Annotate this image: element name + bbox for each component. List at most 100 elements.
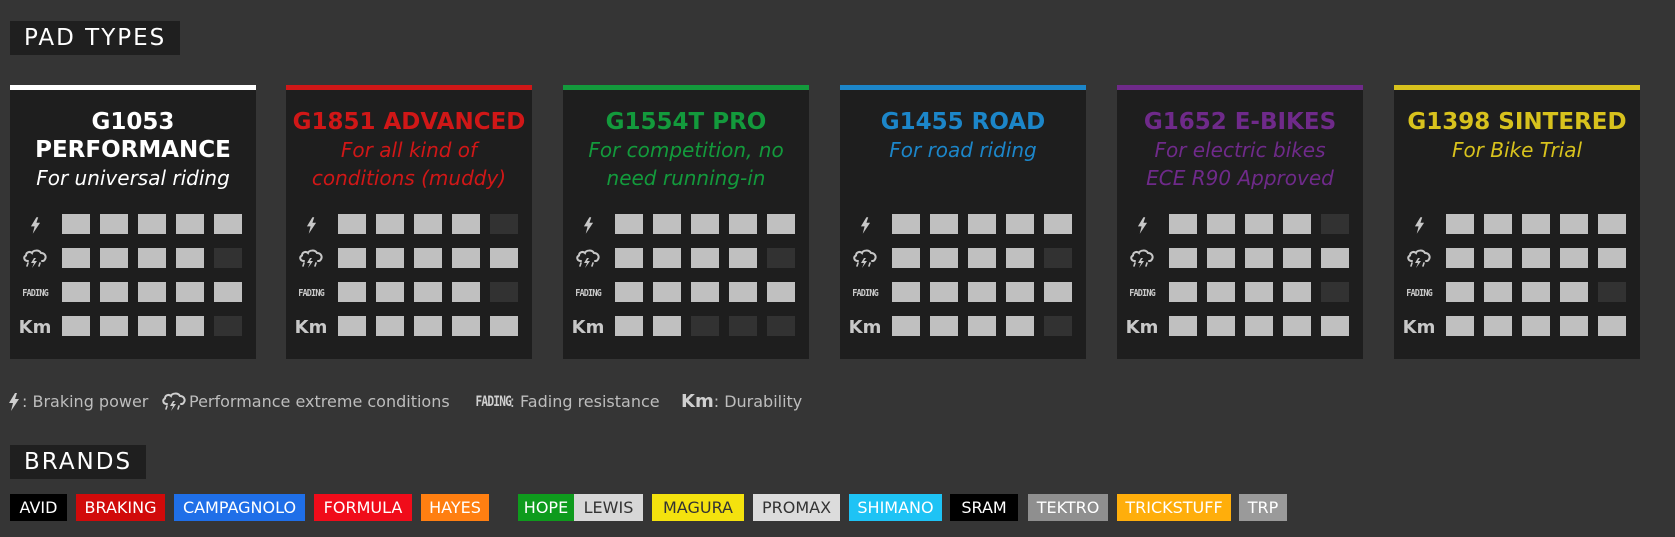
pad-card-subtitle-line: For Bike Trial <box>1451 138 1583 162</box>
rating-square <box>1598 282 1626 302</box>
brand-tag[interactable]: CAMPAGNOLO <box>174 494 305 521</box>
rating-row-durability: Km <box>286 316 532 338</box>
rating-square <box>138 248 166 268</box>
fading-icon: FADING <box>571 282 605 304</box>
km-icon-label: Km <box>848 316 882 338</box>
rating-square <box>615 248 643 268</box>
rating-row-power <box>286 214 532 236</box>
pad-card[interactable]: G1652 E-BIKES For electric bikes ECE R90 A… <box>1117 85 1363 359</box>
rating-square <box>376 316 404 336</box>
pad-card-title-line: G1398 SINTERED <box>1407 109 1627 135</box>
rating-square <box>490 248 518 268</box>
rating-row-durability: Km <box>563 316 809 338</box>
rating-square <box>930 214 958 234</box>
pad-card[interactable]: G1398 SINTERED For Bike Trial FADING Km <box>1394 85 1640 359</box>
km-icon-label: Km <box>571 316 605 338</box>
brand-tag[interactable]: BRAKING <box>76 494 165 521</box>
rating-square <box>1321 316 1349 336</box>
rating-square <box>1283 282 1311 302</box>
legend-fading-resistance-label: : Fading resistance <box>509 392 660 411</box>
pad-type-cards: G1053 PERFORMANCE For universal riding FADI… <box>10 85 1670 359</box>
rating-square <box>138 282 166 302</box>
rating-square <box>1006 316 1034 336</box>
rating-square <box>1560 282 1588 302</box>
legend-durability-label: : Durability <box>713 392 803 411</box>
brand-tag[interactable]: SHIMANO <box>849 494 942 521</box>
pad-card[interactable]: G1554T PRO For competition, no need runnin… <box>563 85 809 359</box>
rating-square <box>968 316 996 336</box>
storm-cloud-icon <box>294 248 328 270</box>
rating-square <box>968 214 996 234</box>
lightning-icon <box>571 214 605 236</box>
rating-square <box>1321 214 1349 234</box>
rating-square <box>100 214 128 234</box>
pad-card[interactable]: G1851 ADVANCED For all kind of conditions … <box>286 85 532 359</box>
pad-card-title-line: G1554T PRO <box>605 109 767 135</box>
rating-square <box>338 214 366 234</box>
pad-card-subtitle: For Bike Trial <box>1394 136 1640 164</box>
rating-square <box>414 282 442 302</box>
pad-card[interactable]: G1053 PERFORMANCE For universal riding FADI… <box>10 85 256 359</box>
km-icon: Km <box>294 316 328 338</box>
rating-row-power <box>563 214 809 236</box>
rating-square <box>1321 248 1349 268</box>
rating-square <box>100 282 128 302</box>
brand-tag[interactable]: MAGURA <box>652 494 744 521</box>
rating-square <box>968 282 996 302</box>
rating-square <box>1446 316 1474 336</box>
brand-tag[interactable]: LEWIS <box>574 494 643 521</box>
rating-row-durability: Km <box>1117 316 1363 338</box>
brand-tag[interactable]: FORMULA <box>314 494 412 521</box>
rating-square <box>1283 248 1311 268</box>
rating-square <box>1245 282 1273 302</box>
storm-cloud-icon <box>571 248 605 270</box>
fading-icon-label: FADING <box>298 287 324 299</box>
rating-row-power <box>1117 214 1363 236</box>
rating-square <box>1006 214 1034 234</box>
rating-square <box>1006 248 1034 268</box>
rating-square <box>1283 214 1311 234</box>
fading-icon: FADING <box>848 282 882 304</box>
brand-tag[interactable]: TRICKSTUFF <box>1117 494 1231 521</box>
legend-braking-power: : Braking power <box>8 390 148 414</box>
rating-square <box>1560 316 1588 336</box>
pad-card-title-line: G1053 <box>91 109 175 135</box>
rating-square <box>138 316 166 336</box>
lightning-icon <box>1125 214 1159 236</box>
rating-square <box>691 316 719 336</box>
brand-tag[interactable]: PROMAX <box>753 494 840 521</box>
rating-square <box>452 214 480 234</box>
km-icon: Km <box>571 316 605 338</box>
rating-row-extreme <box>1394 248 1640 270</box>
rating-square <box>892 282 920 302</box>
rating-square <box>1598 214 1626 234</box>
brand-tag[interactable]: HAYES <box>421 494 489 521</box>
brand-tag[interactable]: TEKTRO <box>1028 494 1108 521</box>
rating-square <box>214 316 242 336</box>
fading-icon-label: FADING <box>575 287 601 299</box>
rating-square <box>1207 282 1235 302</box>
pad-card[interactable]: G1455 ROAD For road riding FADING Km <box>840 85 1086 359</box>
pad-card-subtitle-line: ECE R90 Approved <box>1146 166 1334 190</box>
rating-square <box>376 282 404 302</box>
pad-card-subtitle: For universal riding <box>10 164 256 192</box>
rating-row-power <box>10 214 256 236</box>
lightning-icon <box>18 214 52 236</box>
brand-tag[interactable]: TRP <box>1239 494 1287 521</box>
rating-square <box>1283 316 1311 336</box>
fading-icon: FADING <box>1125 282 1159 304</box>
brand-tag[interactable]: SRAM <box>950 494 1018 521</box>
brand-tag[interactable]: AVID <box>10 494 67 521</box>
km-icon-label: Km <box>294 316 328 338</box>
pad-card-subtitle-line: For road riding <box>889 138 1037 162</box>
rating-square <box>62 248 90 268</box>
rating-square <box>1245 316 1273 336</box>
rating-square <box>892 248 920 268</box>
rating-square <box>490 316 518 336</box>
rating-square <box>1207 248 1235 268</box>
pad-card-title-line: G1455 ROAD <box>880 109 1046 135</box>
rating-square <box>1560 248 1588 268</box>
pad-card-subtitle-line: need running-in <box>606 166 766 190</box>
brand-tag[interactable]: HOPE <box>518 494 574 521</box>
rating-square <box>930 248 958 268</box>
